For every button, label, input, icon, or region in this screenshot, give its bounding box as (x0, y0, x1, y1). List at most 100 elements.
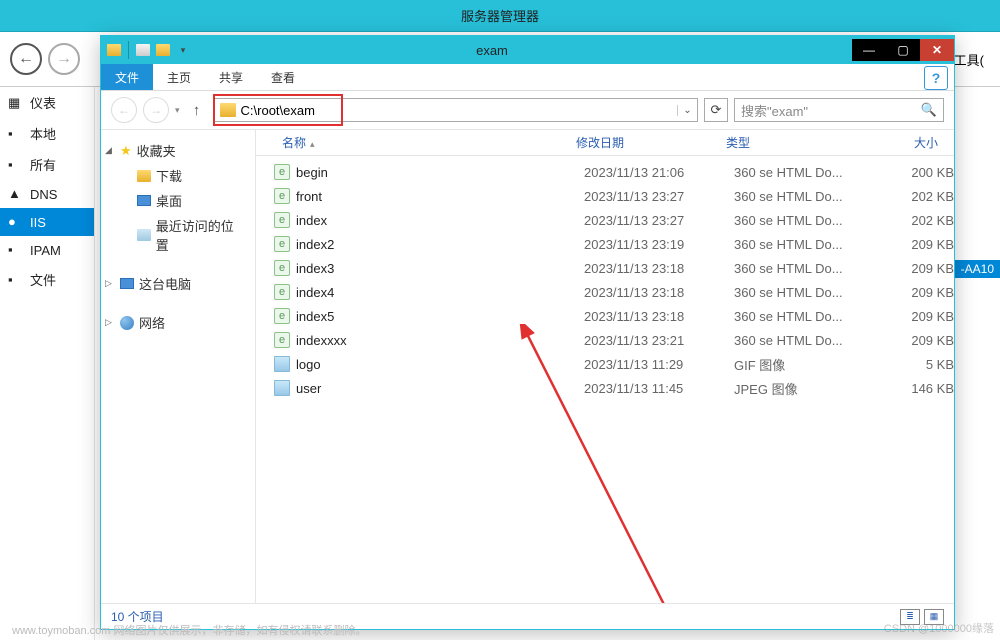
file-name: index2 (296, 237, 584, 252)
file-type: 360 se HTML Do... (734, 309, 884, 324)
footer-disclaimer: www.toymoban.com 网络图片仅供展示，非存储，如有侵权请联系删除。 (12, 622, 366, 638)
file-date: 2023/11/13 23:18 (584, 309, 734, 324)
file-row[interactable]: ebegin2023/11/13 21:06360 se HTML Do...2… (256, 160, 954, 184)
file-date: 2023/11/13 23:19 (584, 237, 734, 252)
tab-view[interactable]: 查看 (257, 64, 309, 90)
search-box[interactable]: 搜索"exam" 🔍 (734, 98, 944, 122)
sidebar-item-dns[interactable]: ▲DNS (0, 180, 94, 208)
navigation-pane: ◢★收藏夹 下载 桌面 最近访问的位置 ▷这台电脑 ▷网络 (101, 130, 256, 603)
col-header-size[interactable]: 大小 (868, 134, 938, 151)
file-row[interactable]: e index22023/11/13 23:19360 se HTML Do...… (256, 232, 954, 256)
file-type-icon: e (274, 332, 290, 348)
address-bar[interactable]: ⌄ (214, 98, 698, 122)
file-name: indexxxx (296, 333, 584, 348)
watermark: CSDN @1000000缘落 (884, 620, 994, 636)
file-size: 209 KB (884, 237, 954, 252)
tools-menu[interactable]: 工具( (954, 50, 990, 69)
sidebar-item-iis[interactable]: ●IIS (0, 208, 94, 236)
file-size: 146 KB (884, 381, 954, 396)
nav-favorites[interactable]: ◢★收藏夹 (101, 138, 255, 163)
col-header-date[interactable]: 修改日期 (568, 134, 718, 151)
file-date: 2023/11/13 23:21 (584, 333, 734, 348)
refresh-button[interactable]: ⟳ (704, 98, 728, 122)
file-size: 202 KB (884, 213, 954, 228)
file-name: begin (296, 165, 584, 180)
server-manager-titlebar: 服务器管理器 (0, 0, 1000, 32)
file-date: 2023/11/13 23:27 (584, 189, 734, 204)
minimize-button[interactable]: — (852, 39, 886, 61)
file-date: 2023/11/13 11:45 (584, 381, 734, 396)
file-row[interactable]: user2023/11/13 11:45JPEG 图像146 KB (256, 376, 954, 400)
file-type-icon: e (274, 308, 290, 324)
ribbon: 文件 主页 共享 查看 ? (101, 64, 954, 91)
file-name: index (296, 213, 584, 228)
nav-downloads[interactable]: 下载 (101, 163, 255, 188)
col-header-type[interactable]: 类型 (718, 134, 868, 151)
help-button[interactable]: ? (924, 66, 948, 90)
server-tag: -AA10 (955, 260, 1000, 278)
file-row[interactable]: eindex42023/11/13 23:18360 se HTML Do...… (256, 280, 954, 304)
explorer-title: exam (132, 43, 852, 58)
file-name: index4 (296, 285, 584, 300)
file-row[interactable]: eindexxxx2023/11/13 23:21360 se HTML Do.… (256, 328, 954, 352)
file-date: 2023/11/13 23:18 (584, 285, 734, 300)
nav-network[interactable]: ▷网络 (101, 310, 255, 335)
file-name: user (296, 381, 584, 396)
sidebar-item-all[interactable]: ▪所有 (0, 149, 94, 180)
tab-file[interactable]: 文件 (101, 64, 153, 90)
file-row[interactable]: eindex2023/11/13 23:27360 se HTML Do...2… (256, 208, 954, 232)
nav-back-button[interactable]: ← (111, 97, 137, 123)
server-manager-sidebar: ▦仪表 ▪本地 ▪所有 ▲DNS ●IIS ▪IPAM ▪文件 (0, 87, 95, 640)
file-name: front (296, 189, 584, 204)
file-name: logo (296, 357, 584, 372)
file-type-icon: e (274, 212, 290, 228)
file-size: 209 KB (884, 285, 954, 300)
file-type: 360 se HTML Do... (734, 237, 884, 252)
forward-button[interactable]: → (48, 43, 80, 75)
file-type-icon: e (274, 164, 290, 180)
explorer-titlebar[interactable]: ▾ exam — ▢ ✕ (101, 36, 954, 64)
tab-share[interactable]: 共享 (205, 64, 257, 90)
nav-this-pc[interactable]: ▷这台电脑 (101, 271, 255, 296)
maximize-button[interactable]: ▢ (886, 39, 920, 61)
back-button[interactable]: ← (10, 43, 42, 75)
file-date: 2023/11/13 21:06 (584, 165, 734, 180)
file-row[interactable]: efront2023/11/13 23:27360 se HTML Do...2… (256, 184, 954, 208)
file-size: 202 KB (884, 189, 954, 204)
nav-recent[interactable]: 最近访问的位置 (101, 213, 255, 257)
file-type: 360 se HTML Do... (734, 213, 884, 228)
file-size: 209 KB (884, 261, 954, 276)
file-row[interactable]: logo2023/11/13 11:29GIF 图像5 KB (256, 352, 954, 376)
window-controls: — ▢ ✕ (852, 39, 954, 61)
file-size: 209 KB (884, 309, 954, 324)
tab-home[interactable]: 主页 (153, 64, 205, 90)
file-row[interactable]: eindex32023/11/13 23:18360 se HTML Do...… (256, 256, 954, 280)
nav-history-dropdown[interactable]: ▾ (175, 105, 180, 116)
file-list: ebegin2023/11/13 21:06360 se HTML Do...2… (256, 156, 954, 603)
file-date: 2023/11/13 11:29 (584, 357, 734, 372)
file-type-icon: e (274, 284, 290, 300)
sidebar-item-ipam[interactable]: ▪IPAM (0, 236, 94, 264)
search-icon[interactable]: 🔍 (921, 102, 937, 118)
nav-forward-button[interactable]: → (143, 97, 169, 123)
file-type-icon: e (274, 188, 290, 204)
server-manager-title: 服务器管理器 (461, 6, 539, 25)
nav-desktop[interactable]: 桌面 (101, 188, 255, 213)
sidebar-item-files[interactable]: ▪文件 (0, 264, 94, 295)
content-pane: 名称▴ 修改日期 类型 大小 ebegin2023/11/13 21:06360… (256, 130, 954, 603)
file-name: index5 (296, 309, 584, 324)
sidebar-item-dashboard[interactable]: ▦仪表 (0, 87, 94, 118)
folder-icon (105, 41, 123, 59)
file-type-icon (274, 380, 290, 396)
address-dropdown-icon[interactable]: ⌄ (677, 105, 697, 116)
file-type-icon: e (274, 236, 290, 252)
file-row[interactable]: e index52023/11/13 23:18360 se HTML Do...… (256, 304, 954, 328)
sidebar-item-local[interactable]: ▪本地 (0, 118, 94, 149)
file-type-icon: e (274, 260, 290, 276)
col-header-name[interactable]: 名称▴ (274, 134, 568, 151)
file-date: 2023/11/13 23:27 (584, 213, 734, 228)
close-button[interactable]: ✕ (920, 39, 954, 61)
nav-up-button[interactable]: ↑ (186, 99, 208, 121)
file-size: 209 KB (884, 333, 954, 348)
address-input[interactable] (241, 103, 677, 118)
